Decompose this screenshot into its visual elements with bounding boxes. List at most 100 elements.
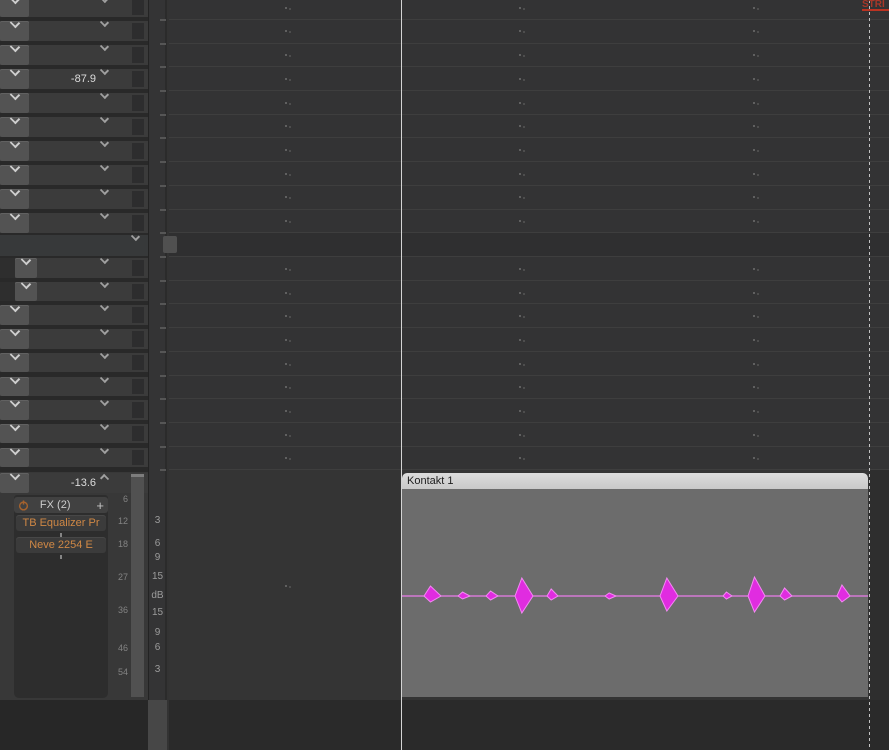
lane-separator bbox=[169, 469, 889, 470]
row-dropdown-button[interactable] bbox=[96, 377, 112, 397]
lane-separator bbox=[169, 137, 889, 138]
row-dropdown-button[interactable] bbox=[96, 0, 112, 17]
ruler-tick bbox=[160, 469, 166, 471]
track-row[interactable] bbox=[0, 282, 148, 302]
track-row[interactable] bbox=[0, 141, 148, 161]
ruler-db-label: 3 bbox=[148, 665, 167, 675]
track-row[interactable] bbox=[0, 189, 148, 209]
media-item[interactable]: Kontakt 1 bbox=[402, 473, 868, 697]
collapse-button[interactable] bbox=[127, 235, 143, 256]
track-collapse-button[interactable] bbox=[0, 0, 29, 17]
grid-dot bbox=[519, 102, 521, 104]
chevron-up-icon bbox=[99, 473, 108, 482]
power-icon[interactable] bbox=[18, 500, 29, 511]
row-dropdown-button[interactable] bbox=[96, 189, 112, 209]
track-row[interactable] bbox=[0, 117, 148, 137]
row-dropdown-button[interactable] bbox=[96, 282, 112, 302]
track-row[interactable] bbox=[0, 305, 148, 325]
track-row[interactable] bbox=[0, 424, 148, 444]
ruler-tick bbox=[160, 185, 166, 187]
region-marker-label[interactable]: STRI bbox=[862, 0, 889, 11]
track-collapse-button[interactable] bbox=[0, 141, 29, 161]
media-item-title[interactable]: Kontakt 1 bbox=[402, 473, 868, 489]
row-dropdown-button[interactable] bbox=[96, 21, 112, 41]
track-row[interactable] bbox=[0, 329, 148, 349]
track-collapse-button[interactable] bbox=[0, 377, 29, 397]
track-collapse-button[interactable] bbox=[0, 424, 29, 444]
row-dropdown-button[interactable] bbox=[96, 258, 112, 278]
row-dropdown-button[interactable] bbox=[96, 353, 112, 373]
track-collapse-button[interactable] bbox=[0, 305, 29, 325]
track-collapse-button[interactable] bbox=[0, 45, 29, 65]
track-collapse-button[interactable] bbox=[0, 69, 29, 89]
track-row[interactable]: -87.9 bbox=[0, 69, 148, 89]
row-dropdown-button[interactable] bbox=[96, 45, 112, 65]
track-row[interactable] bbox=[0, 213, 148, 233]
row-dropdown-button[interactable] bbox=[96, 448, 112, 468]
ruler-tick bbox=[160, 90, 166, 92]
ruler-tick bbox=[160, 114, 166, 116]
grid-dot bbox=[753, 125, 755, 127]
lane-separator bbox=[169, 398, 889, 399]
lane-separator bbox=[169, 422, 889, 423]
row-dropdown-button[interactable] bbox=[96, 117, 112, 137]
row-dropdown-button[interactable] bbox=[96, 141, 112, 161]
row-dropdown-button[interactable] bbox=[96, 305, 112, 325]
track-collapse-button[interactable] bbox=[0, 473, 29, 494]
meter-scale-label: 6 bbox=[106, 495, 128, 504]
row-dropdown-button[interactable] bbox=[96, 69, 112, 89]
track-collapse-button[interactable] bbox=[0, 448, 29, 468]
track-row[interactable] bbox=[0, 93, 148, 113]
fx-plugin-entry[interactable]: TB Equalizer Pr bbox=[16, 515, 106, 531]
track-collapse-button[interactable] bbox=[15, 258, 37, 278]
track-row[interactable] bbox=[0, 353, 148, 373]
track-row[interactable] bbox=[0, 165, 148, 185]
track-collapse-button[interactable] bbox=[0, 93, 29, 113]
track-row[interactable] bbox=[0, 21, 148, 41]
row-dropdown-button[interactable] bbox=[96, 93, 112, 113]
track-row[interactable] bbox=[0, 400, 148, 420]
fx-header[interactable]: FX (2) + bbox=[14, 497, 108, 513]
lane-after-item bbox=[869, 469, 889, 700]
track-collapse-button[interactable] bbox=[15, 282, 37, 302]
row-dropdown-button[interactable] bbox=[96, 165, 112, 185]
track-row[interactable] bbox=[0, 448, 148, 468]
lane-separator bbox=[169, 66, 889, 67]
meter-scale-label: 18 bbox=[106, 540, 128, 549]
ruler-tick bbox=[160, 66, 166, 68]
track-collapse-button[interactable] bbox=[0, 353, 29, 373]
track-collapse-button[interactable] bbox=[0, 165, 29, 185]
row-dropdown-button[interactable] bbox=[96, 213, 112, 233]
gain-readout[interactable]: -13.6 bbox=[71, 473, 96, 494]
track-row[interactable]: -13.6 bbox=[0, 473, 148, 494]
panel-divider-handle[interactable] bbox=[163, 236, 177, 253]
row-dropdown-button[interactable] bbox=[96, 329, 112, 349]
track-collapse-button[interactable] bbox=[0, 117, 29, 137]
grid-dot bbox=[519, 268, 521, 270]
row-dropdown-button[interactable] bbox=[96, 400, 112, 420]
grid-dot bbox=[285, 78, 287, 80]
grid-dot bbox=[519, 363, 521, 365]
track-row[interactable] bbox=[0, 0, 148, 17]
track-collapse-button[interactable] bbox=[0, 21, 29, 41]
add-fx-button[interactable]: + bbox=[96, 500, 104, 511]
row-dropdown-button[interactable] bbox=[96, 473, 112, 494]
gain-readout[interactable]: -87.9 bbox=[71, 69, 96, 89]
track-row[interactable] bbox=[0, 258, 148, 278]
track-collapse-button[interactable] bbox=[0, 213, 29, 233]
track-collapse-button[interactable] bbox=[0, 189, 29, 209]
track-row[interactable] bbox=[0, 377, 148, 397]
grid-dot bbox=[285, 149, 287, 151]
track-row[interactable] bbox=[0, 235, 148, 256]
row-dropdown-button[interactable] bbox=[96, 424, 112, 444]
track-row[interactable] bbox=[0, 45, 148, 65]
fx-plugin-entry[interactable]: Neve 2254 E bbox=[16, 537, 106, 553]
grid-dot bbox=[519, 78, 521, 80]
grid-dot bbox=[285, 315, 287, 317]
grid-dot bbox=[753, 292, 755, 294]
track-collapse-button[interactable] bbox=[0, 400, 29, 420]
vertical-scrollbar[interactable] bbox=[148, 700, 167, 750]
grid-dot bbox=[753, 339, 755, 341]
track-collapse-button[interactable] bbox=[0, 329, 29, 349]
lane-separator bbox=[169, 114, 889, 115]
